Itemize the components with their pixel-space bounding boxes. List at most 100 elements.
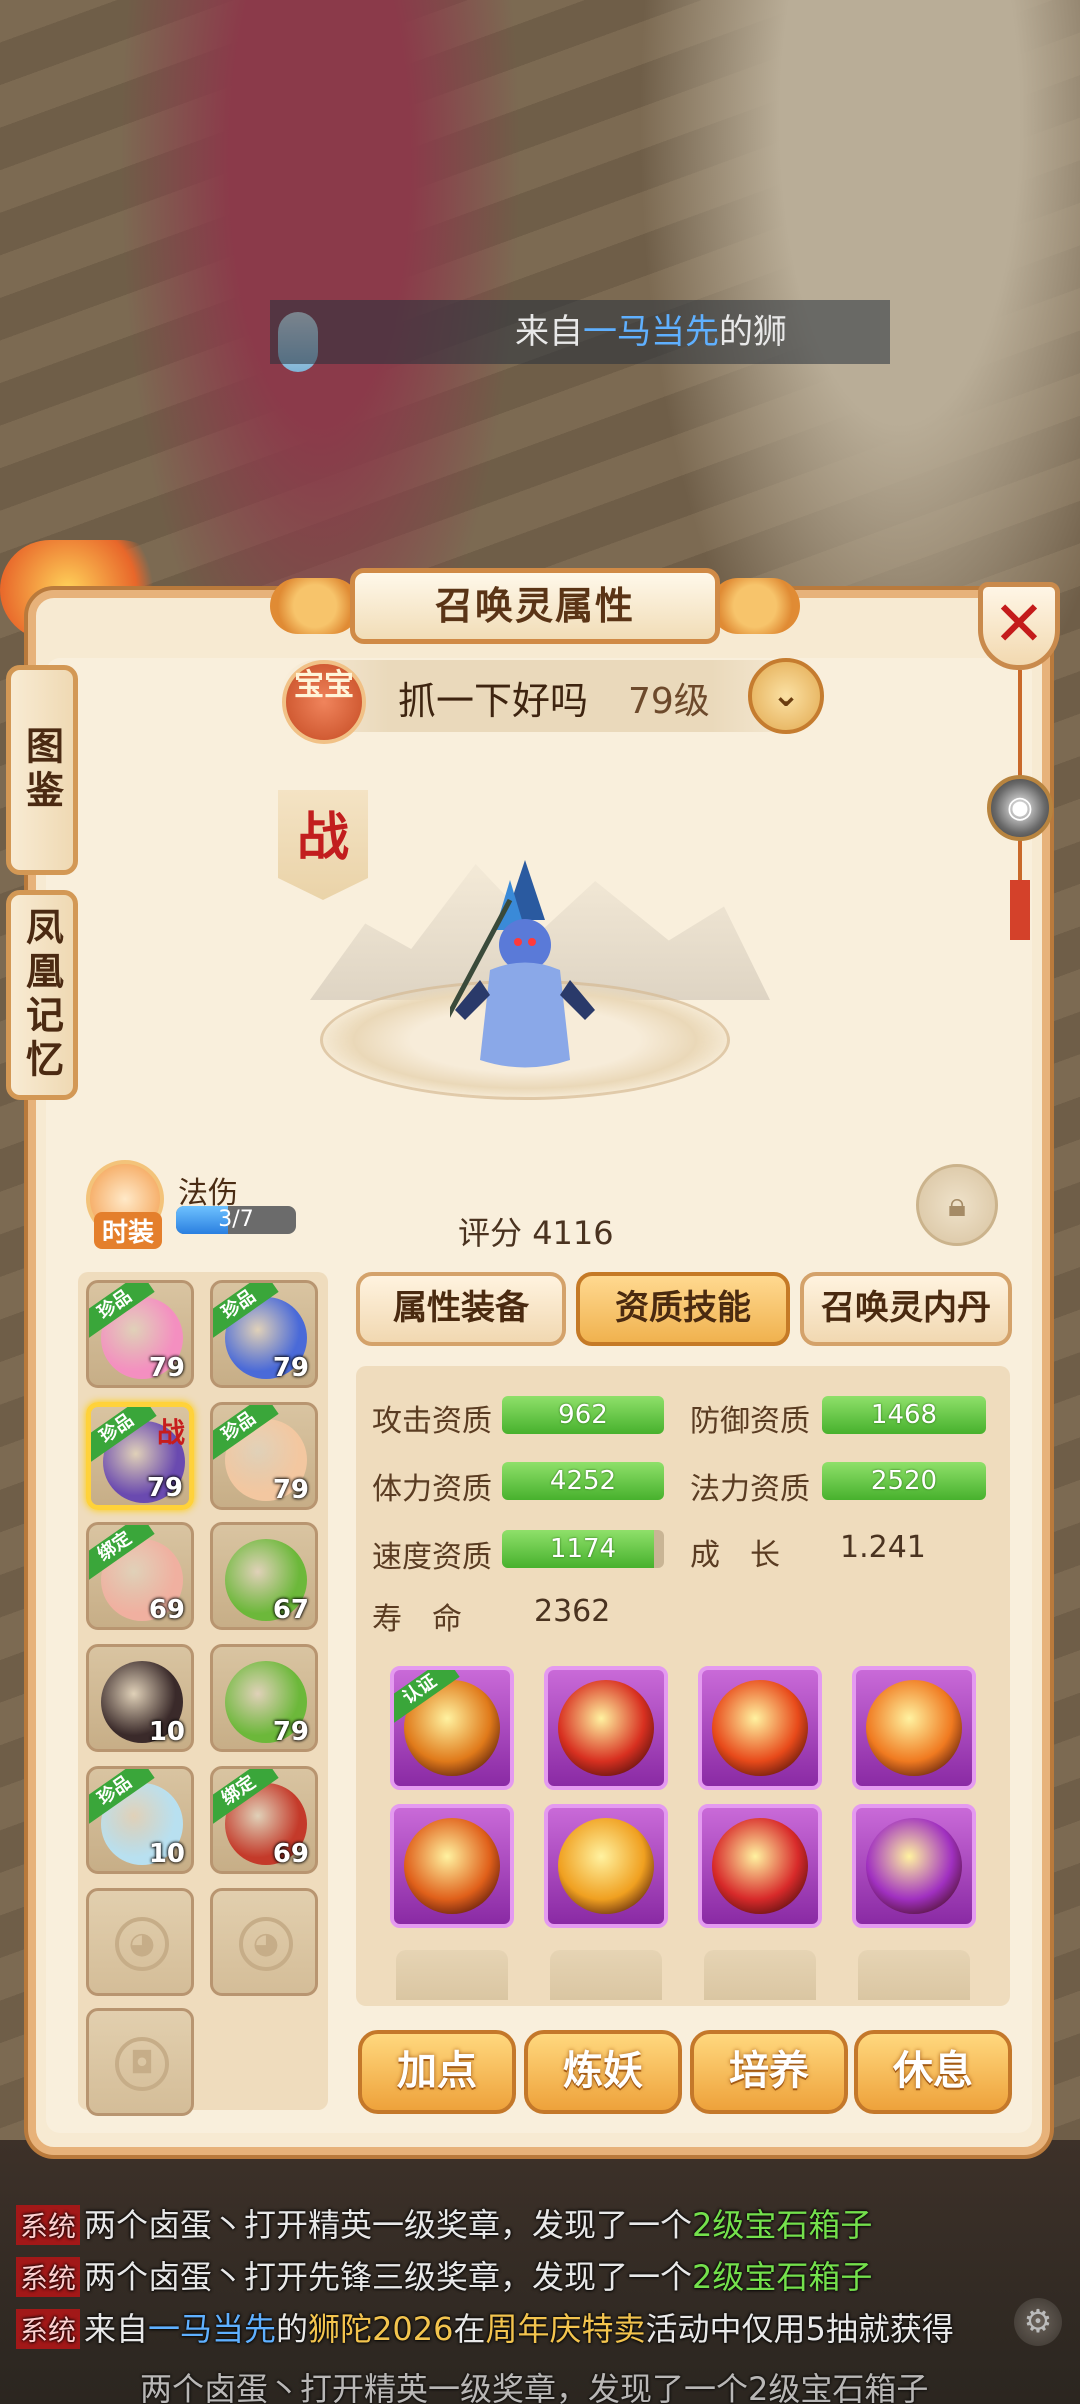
empty-skill-slot[interactable] (858, 1950, 970, 2000)
system-tag: 系统 (16, 2309, 81, 2349)
chat-player: 两个卤蛋丶 (84, 2258, 245, 2296)
score-value: 4116 (532, 1214, 614, 1252)
pet-slot[interactable]: 67 (210, 1522, 318, 1630)
pet-slot[interactable]: 珍品 79 (210, 1280, 318, 1388)
top-broadcast: 来自一马当先的狮 (270, 300, 890, 364)
panda-emblem-icon[interactable]: ◉ (987, 775, 1053, 841)
chat-message[interactable]: 系统 两个卤蛋丶打开精英一级奖章，发现了一个2级宝石箱子 (16, 2200, 872, 2246)
refine-demon-button[interactable]: 炼妖 (524, 2030, 682, 2114)
defense-aptitude-bar: 1468 (822, 1396, 986, 1434)
skill-orb-icon (558, 1680, 654, 1776)
locked-pet-slot[interactable]: ◘ (86, 2008, 194, 2116)
pet-slot-level: 10 (148, 1839, 185, 1869)
empty-skill-slot[interactable] (396, 1950, 508, 2000)
pet-slot[interactable]: 珍品 79 (210, 1402, 318, 1510)
skill-icon[interactable]: 认证 (390, 1666, 514, 1790)
chat-text: 在 (453, 2310, 486, 2348)
chat-message[interactable]: 系统 来自一马当先的狮陀2026在周年庆特卖活动中仅用5抽就获得 (16, 2304, 954, 2350)
defense-aptitude-value: 1468 (870, 1400, 938, 1430)
empty-skill-slot[interactable] (704, 1950, 816, 2000)
pet-slot[interactable]: 10 (86, 1644, 194, 1752)
pet-slot-level: 79 (148, 1353, 185, 1383)
pet-name: 抓一下好吗 (398, 679, 589, 723)
pet-model (450, 860, 595, 1068)
skill-icon[interactable] (544, 1804, 668, 1928)
growth-value: 1.241 (840, 1530, 926, 1565)
pet-slot[interactable]: 绑定 69 (210, 1766, 318, 1874)
fashion-label: 时装 (94, 1212, 163, 1249)
pet-slot-level: 79 (272, 1353, 309, 1383)
skill-orb-icon (712, 1818, 808, 1914)
tassel-end (1010, 880, 1030, 940)
chevron-down-icon: ⌄ (771, 675, 801, 715)
chat-message-partial[interactable]: 两个卤蛋丶打开精英一级奖章，发现了一个2级宝石箱子 (140, 2364, 928, 2404)
empty-skill-slot[interactable] (550, 1950, 662, 2000)
tab-aptitude-skills[interactable]: 资质技能 (576, 1272, 790, 1346)
chat-text: 活动中仅用5抽就获得 (645, 2310, 954, 2348)
top-broadcast-suffix: 的狮 (719, 312, 787, 352)
speed-aptitude-bar: 1174 (502, 1530, 664, 1568)
magic-aptitude-value: 2520 (870, 1466, 938, 1496)
chat-settings-button[interactable]: ⚙ (1014, 2298, 1062, 2346)
chat-player: 一马当先 (148, 2310, 277, 2348)
pet-slot-level: 79 (272, 1717, 309, 1747)
hp-aptitude-value: 4252 (549, 1466, 617, 1496)
chat-item: 2级宝石箱子 (692, 2206, 873, 2244)
add-points-button[interactable]: 加点 (358, 2030, 516, 2114)
pet-slot-level: 69 (148, 1595, 185, 1625)
pet-level: 79级 (628, 681, 710, 722)
skill-icon[interactable] (698, 1666, 822, 1790)
panda-placeholder-icon: ◕ (115, 1917, 169, 1971)
skill-orb-icon (712, 1680, 808, 1776)
empty-pet-slot[interactable]: ◕ (210, 1888, 318, 1996)
skill-icon[interactable] (852, 1804, 976, 1928)
empty-pet-slot[interactable]: ◕ (86, 1888, 194, 1996)
battle-status-badge: 战 (278, 790, 368, 900)
tab-attributes-equipment[interactable]: 属性装备 (356, 1272, 566, 1346)
magic-aptitude-label: 法力资质 (690, 1472, 810, 1507)
skill-orb-icon (558, 1818, 654, 1914)
pet-score: 评分 4116 (458, 1208, 614, 1254)
side-tab-phoenix-memory[interactable]: 凤凰记忆 (6, 890, 78, 1100)
rest-button[interactable]: 休息 (854, 2030, 1012, 2114)
life-value: 2362 (534, 1594, 611, 1629)
pet-slot[interactable]: 珍品 10 (86, 1766, 194, 1874)
top-broadcast-player: 一马当先 (583, 312, 719, 352)
top-broadcast-prefix: 来自 (515, 312, 583, 352)
chat-event: 周年庆特卖 (485, 2310, 646, 2348)
tab-inner-elixir[interactable]: 召唤灵内丹 (800, 1272, 1012, 1346)
train-button[interactable]: 培养 (690, 2030, 848, 2114)
pet-dropdown-button[interactable]: ⌄ (748, 658, 824, 734)
life-label: 寿 命 (372, 1602, 462, 1637)
skill-icon[interactable] (544, 1666, 668, 1790)
close-icon: ✕ (993, 587, 1045, 660)
lock-button[interactable]: 🔒︎ (916, 1164, 998, 1246)
pet-slot[interactable]: 珍品 79 (86, 1280, 194, 1388)
attack-aptitude-bar: 962 (502, 1396, 664, 1434)
side-tab-atlas[interactable]: 图鉴 (6, 665, 78, 875)
skill-icon[interactable] (852, 1666, 976, 1790)
pet-slot[interactable]: 79 (210, 1644, 318, 1752)
gear-icon: ⚙ (1023, 2302, 1053, 2340)
system-tag: 系统 (16, 2205, 81, 2245)
battle-mark: 战 (156, 1416, 185, 1449)
pet-slot-level: 10 (148, 1717, 185, 1747)
close-button[interactable]: ✕ (978, 582, 1060, 670)
chat-pet: 狮陀2026 (308, 2310, 454, 2348)
score-label: 评分 (458, 1214, 523, 1252)
skill-icon[interactable] (390, 1804, 514, 1928)
chat-text: 打开精英一级奖章，发现了一个 (244, 2206, 693, 2244)
pet-slot[interactable]: 绑定 69 (86, 1522, 194, 1630)
title-left-ornament-icon (270, 578, 360, 634)
fashion-progress-text: 3/7 (218, 1207, 254, 1232)
chat-text: 的 (276, 2310, 309, 2348)
pet-slot[interactable]: 珍品战 79 (86, 1402, 194, 1510)
chat-text: 来自 (84, 2310, 149, 2348)
pet-slot-level: 67 (272, 1595, 309, 1625)
chat-message[interactable]: 系统 两个卤蛋丶打开先锋三级奖章，发现了一个2级宝石箱子 (16, 2252, 872, 2298)
growth-label: 成 长 (690, 1538, 780, 1573)
skill-icon[interactable] (698, 1804, 822, 1928)
panda-placeholder-icon: ◕ (239, 1917, 293, 1971)
chat-item: 2级宝石箱子 (692, 2258, 873, 2296)
lock-icon: 🔒︎ (947, 1185, 967, 1225)
